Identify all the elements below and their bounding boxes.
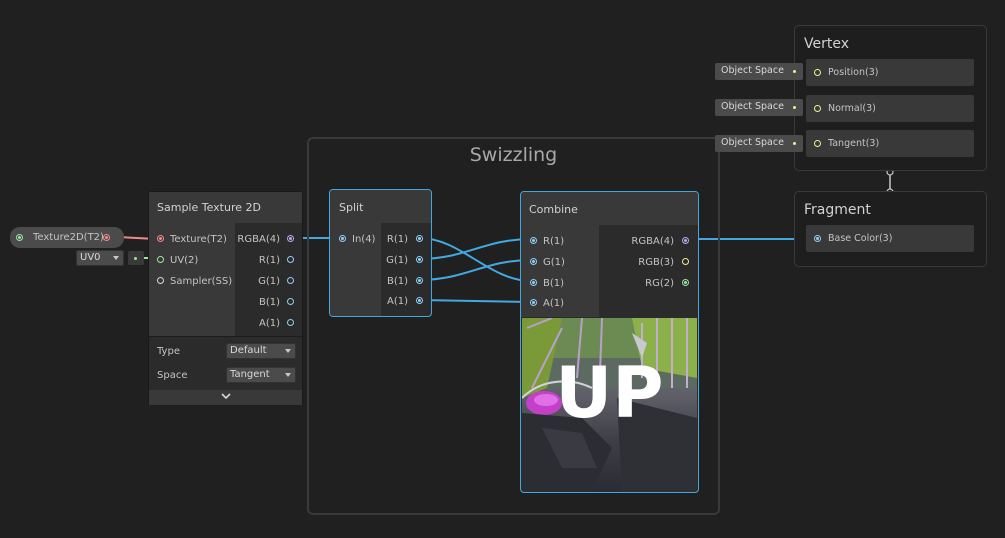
r-output-label: R(1)	[258, 255, 280, 266]
b-output-port[interactable]	[287, 298, 294, 305]
collapse-bar[interactable]	[149, 390, 302, 405]
g-output-port[interactable]	[287, 277, 294, 284]
space-dropdown[interactable]: Tangent	[226, 367, 296, 383]
combine-title: Combine	[529, 203, 578, 216]
combine-g-port[interactable]	[530, 258, 537, 265]
split-g-label: G(1)	[386, 255, 408, 266]
combine-rgba-port[interactable]	[682, 237, 689, 244]
split-in-label: In(4)	[352, 234, 376, 245]
rgba-output-port[interactable]	[287, 235, 294, 242]
fragment-block-base-color[interactable]: Base Color(3)	[806, 225, 974, 252]
sample-texture-node[interactable]: Sample Texture 2D Texture(T2) UV(2) Samp…	[148, 191, 303, 405]
fragment-title: Fragment	[804, 202, 871, 218]
split-node[interactable]: Split In(4) R(1) G(1) B(1) A(1)	[329, 189, 432, 317]
vertex-block-tangent[interactable]: Tangent(3)	[806, 130, 974, 157]
tangent-port[interactable]	[814, 140, 821, 147]
normal-label: Normal(3)	[828, 103, 876, 114]
split-in-port[interactable]	[339, 235, 346, 242]
combine-r-label: R(1)	[543, 236, 565, 247]
split-b-port[interactable]	[416, 277, 423, 284]
connector-dot	[793, 106, 796, 109]
combine-rg-label: RG(2)	[645, 278, 674, 289]
position-port[interactable]	[814, 69, 821, 76]
chevron-down-icon	[113, 256, 119, 260]
position-label: Position(3)	[828, 67, 879, 78]
split-g-port[interactable]	[416, 256, 423, 263]
vertex-title: Vertex	[804, 36, 850, 52]
object-space-label: Object Space	[721, 101, 784, 112]
group-title[interactable]: Swizzling	[309, 144, 718, 166]
connector-dot	[793, 70, 796, 73]
combine-rg-port[interactable]	[682, 279, 689, 286]
space-label: Space	[157, 370, 188, 381]
type-dropdown[interactable]: Default	[226, 343, 296, 359]
texture-input-port[interactable]	[157, 235, 164, 242]
uv-input-port[interactable]	[157, 256, 164, 263]
vertex-block-position[interactable]: Position(3)	[806, 59, 974, 86]
split-b-label: B(1)	[386, 276, 408, 287]
sampler-input-port[interactable]	[157, 277, 164, 284]
settings-divider	[149, 336, 302, 337]
property-exposed-icon	[16, 234, 23, 241]
vertex-context[interactable]: Vertex Position(3) Normal(3) Tangent(3)	[794, 25, 987, 171]
uv-channel-dropdown[interactable]: UV0	[76, 250, 124, 266]
combine-rgb-port[interactable]	[682, 258, 689, 265]
chevron-down-icon	[285, 349, 291, 353]
space-dropdown-value: Tangent	[230, 369, 270, 380]
split-r-port[interactable]	[416, 235, 423, 242]
combine-a-label: A(1)	[543, 298, 565, 309]
preview-text: UP	[555, 352, 664, 434]
texture-property-label: Texture2D(T2)	[33, 232, 104, 243]
object-space-label: Object Space	[721, 65, 784, 76]
split-title: Split	[339, 201, 364, 214]
rgba-output-label: RGBA(4)	[237, 234, 280, 245]
combine-g-label: G(1)	[543, 257, 565, 268]
uv-connector-dot	[134, 257, 137, 260]
combine-r-port[interactable]	[530, 237, 537, 244]
object-space-pill-normal[interactable]: Object Space	[715, 99, 803, 116]
connector-dot	[793, 142, 796, 145]
combine-b-label: B(1)	[543, 278, 565, 289]
type-dropdown-value: Default	[230, 345, 267, 356]
combine-b-port[interactable]	[530, 279, 537, 286]
split-header[interactable]: Split	[330, 190, 431, 223]
base-color-label: Base Color(3)	[828, 233, 893, 244]
object-space-pill-tangent[interactable]: Object Space	[715, 135, 803, 152]
texture-property-node[interactable]: Texture2D(T2)	[10, 227, 124, 248]
g-output-label: G(1)	[258, 276, 280, 287]
object-space-pill-position[interactable]: Object Space	[715, 63, 803, 80]
b-output-label: B(1)	[258, 297, 280, 308]
r-output-port[interactable]	[287, 256, 294, 263]
chevron-down-icon	[285, 373, 291, 377]
chevron-down-icon	[221, 393, 231, 400]
split-r-label: R(1)	[386, 234, 408, 245]
type-label: Type	[157, 346, 180, 357]
a-output-label: A(1)	[258, 318, 280, 329]
texture-input-label: Texture(T2)	[170, 234, 227, 245]
split-a-port[interactable]	[416, 297, 423, 304]
sampler-input-label: Sampler(SS)	[170, 276, 233, 287]
texture-property-out-port[interactable]	[103, 234, 110, 241]
fragment-context[interactable]: Fragment Base Color(3)	[794, 191, 987, 267]
combine-rgb-label: RGB(3)	[638, 257, 674, 268]
uv-input-label: UV(2)	[170, 255, 199, 266]
tangent-label: Tangent(3)	[828, 138, 880, 149]
sample-texture-title: Sample Texture 2D	[157, 201, 261, 214]
object-space-label: Object Space	[721, 137, 784, 148]
combine-node[interactable]: Combine R(1) G(1) B(1) A(1) RGBA(4) RGB(…	[520, 191, 699, 493]
split-a-label: A(1)	[386, 296, 408, 307]
base-color-port[interactable]	[814, 235, 821, 242]
normal-port[interactable]	[814, 105, 821, 112]
a-output-port[interactable]	[287, 319, 294, 326]
combine-a-port[interactable]	[530, 299, 537, 306]
vertex-block-normal[interactable]: Normal(3)	[806, 95, 974, 122]
sample-texture-header[interactable]: Sample Texture 2D	[149, 192, 302, 223]
preview-image[interactable]: UP	[522, 318, 697, 492]
combine-rgba-label: RGBA(4)	[631, 236, 674, 247]
uv-channel-value: UV0	[80, 252, 101, 263]
combine-header[interactable]: Combine	[521, 192, 698, 225]
